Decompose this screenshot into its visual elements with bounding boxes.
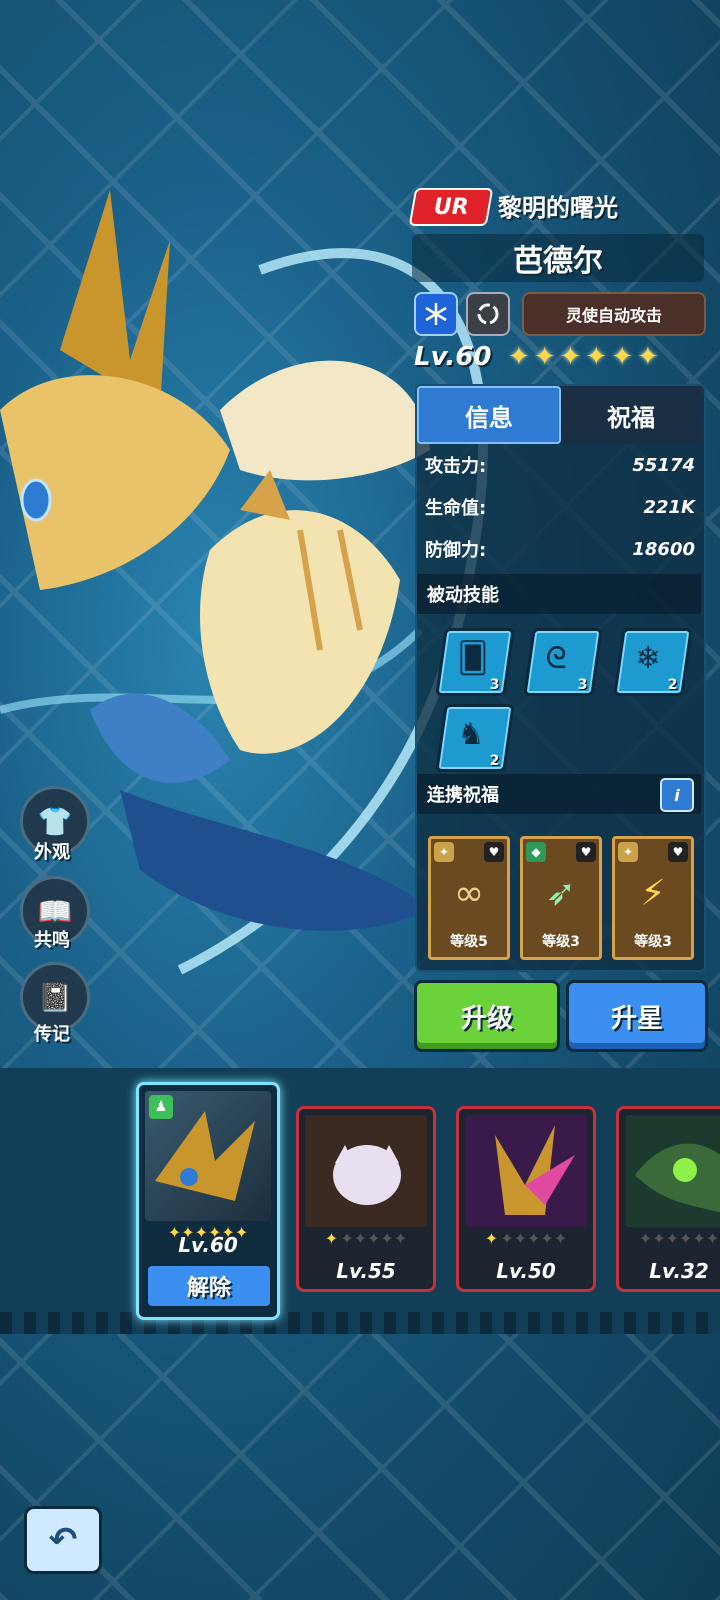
- stat-row-defense: 防御力: 18600: [425, 530, 695, 568]
- stat-value: 18600: [632, 538, 695, 560]
- release-button[interactable]: 解除: [146, 1264, 272, 1308]
- blessing-level: 等级3: [634, 934, 672, 950]
- card-level: Lv.55: [336, 1259, 396, 1283]
- star-icon: ✦: [508, 342, 530, 372]
- hero-subtitle: 黎明的曙光: [498, 194, 618, 222]
- cards-icon: 🂠: [457, 641, 489, 676]
- hero-level: Lv.60: [414, 342, 492, 372]
- blessing-card[interactable]: ◆ ♥ ➶ 等级3: [520, 836, 602, 960]
- stat-value: 55174: [632, 454, 695, 476]
- star-up-button[interactable]: 升星: [566, 980, 708, 1052]
- passive-skills-header: 被动技能: [417, 574, 701, 614]
- stat-label: 生命值:: [425, 498, 487, 519]
- linked-blessing-header: 连携祝福: [417, 774, 701, 814]
- hero-portrait: [465, 1115, 587, 1227]
- skill-level: 3: [490, 677, 500, 693]
- auto-attack-button[interactable]: 灵使自动攻击: [522, 292, 706, 336]
- heart-icon: ♥: [576, 842, 596, 862]
- stat-row-attack: 攻击力: 55174: [425, 446, 695, 484]
- beads-icon: ∞: [454, 872, 484, 914]
- hero-name: 芭德尔: [513, 244, 603, 279]
- snowflake-icon: ❄: [635, 641, 661, 676]
- cycle-role-icon[interactable]: [466, 292, 510, 336]
- blessing-card[interactable]: ✦ ♥ ⚡ 等级3: [612, 836, 694, 960]
- rarity-badge: UR: [408, 188, 494, 226]
- back-button[interactable]: ↶: [24, 1506, 102, 1574]
- roster-card[interactable]: ✦ ✦✦✦✦✦ Lv.55: [296, 1106, 436, 1292]
- hero-portrait: [625, 1115, 720, 1227]
- skill-level: 2: [668, 677, 678, 693]
- card-stars: ✦✦✦✦✦✦: [324, 1229, 408, 1248]
- blessing-level: 等级3: [542, 934, 580, 950]
- card-stars: ✦✦✦✦✦✦: [484, 1229, 568, 1248]
- heart-icon: ♥: [668, 842, 688, 862]
- role-icon: ♟: [149, 1095, 173, 1119]
- bird-icon: ➶: [545, 872, 577, 914]
- stat-row-hp: 生命值: 221K: [425, 488, 695, 526]
- biography-label: 传记: [34, 1024, 70, 1045]
- star-icon: ✦: [533, 342, 556, 372]
- hero-name-bar: 芭德尔: [412, 234, 704, 282]
- hero-portrait: [305, 1115, 427, 1227]
- info-button[interactable]: i: [660, 778, 694, 812]
- heart-icon: ♥: [484, 842, 504, 862]
- appearance-label: 外观: [34, 842, 70, 863]
- spiral-icon: ᘓ: [545, 641, 567, 676]
- strip-edge-decoration: [0, 1312, 720, 1334]
- skill-level: 2: [490, 753, 500, 769]
- skill-slot[interactable]: ♞ 2: [435, 704, 515, 772]
- blessing-card[interactable]: ✦ ♥ ∞ 等级5: [428, 836, 510, 960]
- roster-card[interactable]: ✦ ✦✦✦✦✦ Lv.50: [456, 1106, 596, 1292]
- tab-bar: 信息 祝福: [417, 386, 701, 444]
- resonance-label: 共鸣: [34, 930, 70, 951]
- blessing-level: 等级5: [450, 934, 488, 950]
- tag-icon: ◆: [526, 842, 546, 862]
- upgrade-button[interactable]: 升级: [414, 980, 560, 1052]
- star-icon: ✦: [611, 342, 633, 372]
- tab-blessing[interactable]: 祝福: [561, 386, 701, 444]
- card-level: Lv.32: [649, 1259, 709, 1283]
- skill-slot[interactable]: 🂠 3: [435, 628, 515, 696]
- journal-icon: 📓: [37, 980, 73, 1014]
- tag-icon: ✦: [618, 842, 638, 862]
- silhouette-icon: ♞: [457, 717, 485, 752]
- tag-icon: ✦: [434, 842, 454, 862]
- star-icon: ✦: [559, 342, 582, 372]
- card-level: Lv.50: [496, 1259, 556, 1283]
- star-icon: ✦: [636, 342, 659, 372]
- shirt-icon: 👕: [37, 804, 73, 838]
- back-arrow-icon: ↶: [48, 1520, 78, 1560]
- book-icon: 📖: [37, 894, 73, 928]
- skill-slot[interactable]: ❄ 2: [613, 628, 693, 696]
- stat-label: 攻击力:: [425, 456, 487, 477]
- star-icon: ✦: [585, 342, 608, 372]
- skill-level: 3: [578, 677, 588, 693]
- card-stars: ✦✦✦✦✦✦: [638, 1229, 720, 1248]
- stat-label: 防御力:: [425, 540, 487, 561]
- hero-stars: ✦ ✦ ✦ ✦ ✦ ✦: [508, 342, 659, 372]
- skill-slot[interactable]: ᘓ 3: [523, 628, 603, 696]
- thunder-creature-icon: ⚡: [640, 872, 666, 914]
- roster-card[interactable]: ✦✦✦✦✦✦ Lv.32: [616, 1106, 720, 1292]
- ice-element-icon[interactable]: [414, 292, 458, 336]
- card-level: Lv.60: [178, 1233, 238, 1257]
- tab-info[interactable]: 信息: [417, 386, 561, 444]
- stat-value: 221K: [643, 496, 695, 518]
